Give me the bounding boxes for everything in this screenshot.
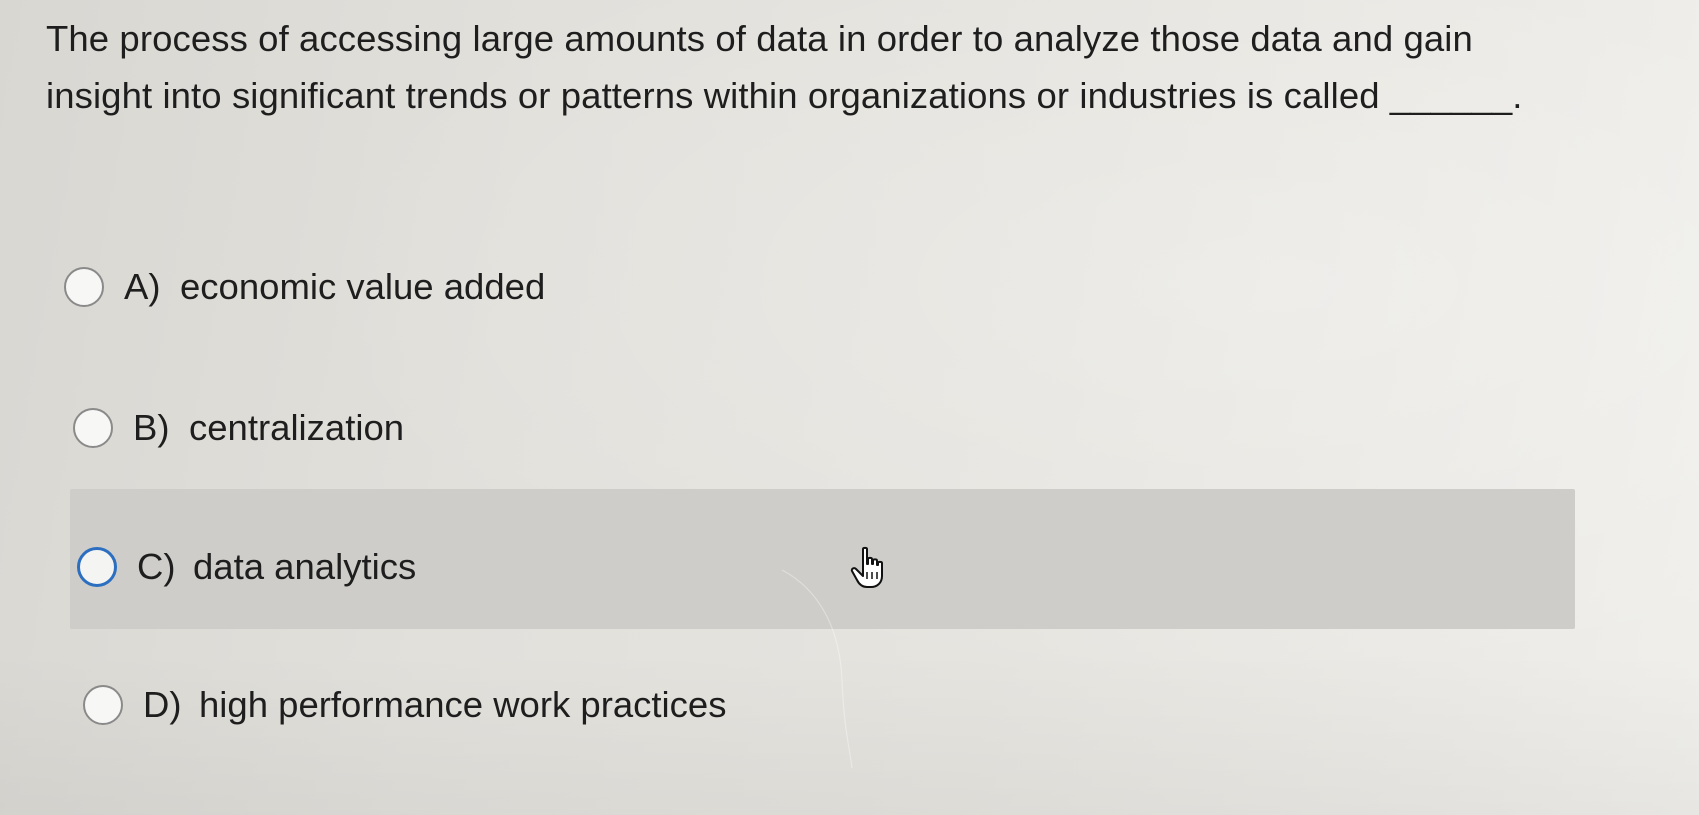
option-a[interactable]: A) economic value added (64, 257, 545, 317)
option-d-letter: D) (143, 684, 182, 725)
question-text: The process of accessing large amounts o… (46, 18, 1523, 116)
option-b-label[interactable]: centralization (189, 407, 404, 449)
option-a-label[interactable]: economic value added (180, 266, 545, 308)
hand-pointer-icon (850, 546, 883, 588)
option-b[interactable]: B) centralization (73, 398, 404, 458)
option-b-radio[interactable] (73, 408, 113, 448)
option-c-radio[interactable] (77, 547, 117, 587)
option-c-label[interactable]: data analytics (193, 546, 416, 588)
option-c-letter: C) (137, 546, 176, 587)
option-d[interactable]: D) high performance work practices (83, 675, 726, 735)
option-c[interactable]: C) data analytics (77, 537, 416, 597)
option-b-letter: B) (133, 407, 170, 448)
option-a-radio[interactable] (64, 267, 104, 307)
option-d-radio[interactable] (83, 685, 123, 725)
option-d-label[interactable]: high performance work practices (199, 684, 726, 726)
option-a-letter: A) (124, 266, 161, 307)
